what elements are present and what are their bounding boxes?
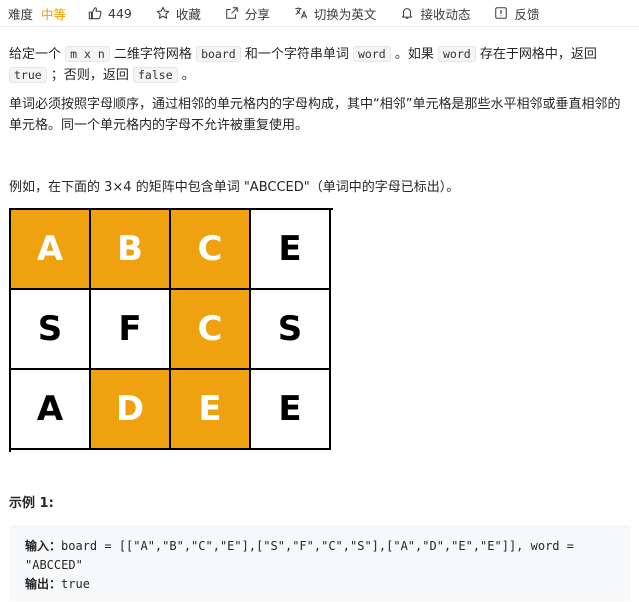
grid-cell: E — [171, 370, 251, 450]
notify-button[interactable]: 接收动态 — [400, 4, 470, 23]
letter-grid: ABCESFCSADEE — [9, 208, 333, 452]
share-label: 分享 — [244, 6, 270, 22]
inline-code: word — [353, 46, 391, 62]
switch-language-button[interactable]: 切换为英文 — [294, 4, 377, 23]
feedback-label: 反馈 — [514, 6, 540, 22]
text: 。如果 — [394, 47, 434, 62]
inline-code: word — [438, 46, 476, 62]
inline-code: board — [196, 46, 241, 62]
grid-cell: D — [91, 370, 171, 450]
description-paragraph-3: 例如，在下面的 3×4 的矩阵中包含单词 "ABCCED"（单词中的字母已标出）… — [9, 180, 460, 195]
grid-cell: E — [251, 370, 331, 450]
grid-cell: F — [91, 290, 171, 370]
text: 存在于网格中，返回 — [479, 47, 597, 62]
grid-cell: E — [251, 210, 331, 290]
star-icon — [156, 6, 170, 19]
bell-icon — [402, 8, 413, 19]
example-code-block: 输入：board = [["A","B","C","E"],["S","F","… — [9, 525, 631, 601]
inline-code: false — [133, 67, 178, 83]
difficulty-label: 难度 — [8, 6, 34, 22]
feedback-button[interactable]: 反馈 — [494, 4, 539, 23]
text: 和一个字符串单词 — [244, 47, 349, 62]
output-label: 输出： — [25, 577, 62, 591]
input-label: 输入： — [25, 539, 62, 553]
problem-description: 给定一个 m x n 二维字符网格 board 和一个字符串单词 word 。如… — [9, 44, 631, 198]
problem-toolbar: 难度 中等 449 收藏 分享 切换为英文 接收动态 反馈 — [0, 0, 639, 27]
example-output-line: 输出：true — [25, 575, 615, 594]
share-icon — [226, 7, 238, 19]
grid-cell: S — [11, 290, 91, 370]
example-input-line: 输入：board = [["A","B","C","E"],["S","F","… — [25, 537, 615, 556]
input-value: board = [["A","B","C","E"],["S","F","C",… — [61, 539, 574, 553]
text: ；否则，返回 — [50, 68, 129, 83]
text: 二维字符网格 — [113, 47, 192, 62]
favorite-label: 收藏 — [175, 6, 201, 22]
grid-cell: B — [91, 210, 171, 290]
grid-cell: A — [11, 370, 91, 450]
output-value: true — [61, 577, 90, 591]
text: 给定一个 — [9, 47, 62, 62]
difficulty-value: 中等 — [41, 6, 67, 22]
grid-cell: C — [171, 290, 251, 370]
like-count: 449 — [108, 5, 132, 21]
text: 。 — [181, 68, 195, 83]
favorite-button[interactable]: 收藏 — [156, 4, 201, 23]
difficulty: 难度 中等 — [8, 4, 66, 23]
like-button[interactable]: 449 — [88, 6, 132, 21]
grid-cell: A — [11, 210, 91, 290]
notify-label: 接收动态 — [420, 6, 471, 22]
thumbs-up-icon — [88, 7, 102, 20]
example-title: 示例 1: — [9, 496, 54, 511]
share-button[interactable]: 分享 — [225, 4, 270, 23]
grid-cell: S — [251, 290, 331, 370]
inline-code: true — [9, 67, 47, 83]
description-paragraph-2: 单词必须按照字母顺序，通过相邻的单元格内的字母构成，其中“相邻”单元格是那些水平… — [9, 97, 621, 133]
translate-icon — [295, 7, 308, 19]
grid-cell: C — [171, 210, 251, 290]
switch-language-label: 切换为英文 — [313, 6, 377, 22]
inline-code: m x n — [65, 46, 110, 62]
description-paragraph-1: 给定一个 m x n 二维字符网格 board 和一个字符串单词 word 。如… — [9, 44, 631, 86]
feedback-icon — [495, 7, 508, 19]
example-input-line-2: "ABCCED" — [25, 558, 83, 572]
